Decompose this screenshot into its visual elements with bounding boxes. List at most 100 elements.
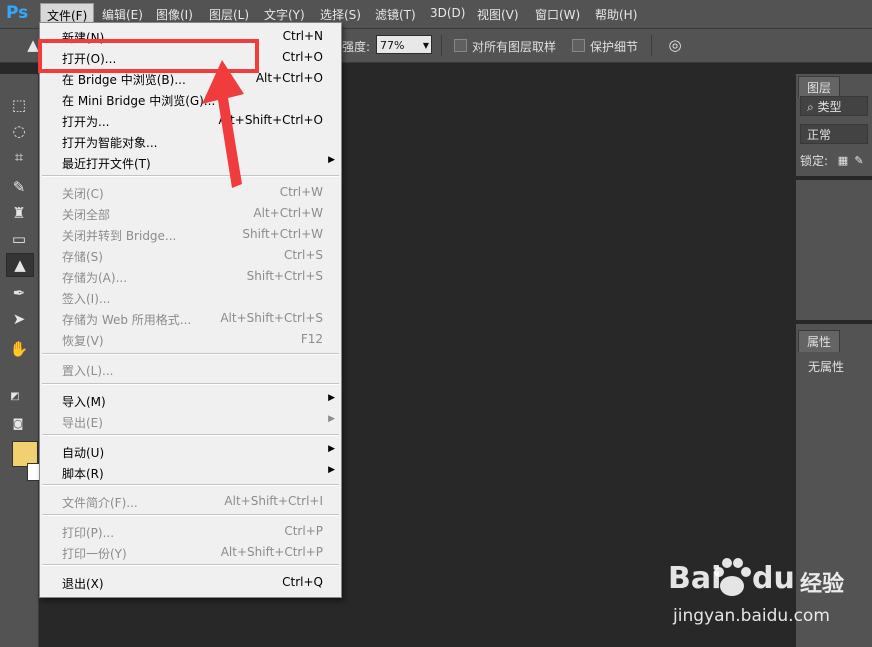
file-menu-item: 存储为(A)... Shift+Ctrl+S bbox=[40, 266, 341, 287]
marquee-tool-icon[interactable]: ⬚ bbox=[6, 94, 32, 116]
pressure-icon[interactable]: ◎ bbox=[662, 34, 688, 56]
menu-separator bbox=[42, 484, 339, 486]
menu-item-label: 新建(N)... bbox=[62, 31, 116, 45]
chevron-down-icon[interactable]: ▼ bbox=[423, 36, 429, 55]
layer-kind-filter[interactable]: ⌕ 类型 bbox=[800, 96, 868, 116]
file-menu-item[interactable]: 在 Mini Bridge 中浏览(G)... bbox=[40, 89, 341, 110]
menu-separator bbox=[42, 434, 339, 436]
menu-item-shortcut: Shift+Ctrl+S bbox=[246, 269, 323, 283]
panel-divider bbox=[796, 320, 872, 324]
menu-item-label: 退出(X) bbox=[62, 577, 104, 591]
quick-mask-icon[interactable]: ◙ bbox=[8, 416, 28, 432]
clone-stamp-tool-icon[interactable]: ♜ bbox=[6, 202, 32, 224]
menu-item-label: 存储(S) bbox=[62, 250, 103, 264]
menu-separator bbox=[42, 175, 339, 177]
menu-edit[interactable]: 编辑(E) bbox=[102, 6, 143, 23]
file-menu-item: 打印(P)... Ctrl+P bbox=[40, 521, 341, 542]
options-divider bbox=[651, 35, 652, 56]
strength-value: 77% bbox=[380, 39, 405, 52]
menu-item-label: 导出(E) bbox=[62, 416, 103, 430]
strength-label: 强度: bbox=[342, 40, 371, 54]
tools-panel: ⬚ ◌ ⌗ ✎ ♜ ▭ ▲ ✒ ➤ ✋ ◩ ◙ bbox=[0, 74, 42, 647]
blend-mode-value: 正常 bbox=[807, 128, 832, 142]
menu-view[interactable]: 视图(V) bbox=[477, 6, 519, 23]
menu-item-label: 打印一份(Y) bbox=[62, 547, 127, 561]
submenu-arrow-icon: ▶ bbox=[328, 465, 335, 475]
file-menu-item: 存储为 Web 所用格式... Alt+Shift+Ctrl+S bbox=[40, 308, 341, 329]
file-menu-item[interactable]: 脚本(R) ▶ bbox=[40, 462, 341, 483]
file-menu-item: 文件简介(F)... Alt+Shift+Ctrl+I bbox=[40, 491, 341, 512]
menu-item-shortcut: F12 bbox=[300, 332, 323, 346]
menu-type[interactable]: 文字(Y) bbox=[264, 6, 305, 23]
lasso-tool-icon[interactable]: ◌ bbox=[6, 120, 32, 142]
pen-tool-icon[interactable]: ✒ bbox=[6, 282, 32, 304]
menu-item-label: 在 Bridge 中浏览(B)... bbox=[62, 73, 186, 87]
hand-tool-icon[interactable]: ✋ bbox=[6, 338, 32, 360]
menu-separator bbox=[42, 353, 339, 355]
file-menu-item: 签入(I)... bbox=[40, 287, 341, 308]
submenu-arrow-icon: ▶ bbox=[328, 414, 335, 424]
file-menu-item[interactable]: 新建(N)... Ctrl+N bbox=[40, 26, 341, 47]
menu-3d[interactable]: 3D(D) bbox=[430, 6, 465, 20]
sample-all-layers-checkbox[interactable] bbox=[454, 39, 467, 52]
menu-help[interactable]: 帮助(H) bbox=[595, 6, 637, 23]
menu-item-shortcut: Ctrl+W bbox=[279, 185, 323, 199]
tab-properties[interactable]: 属性 bbox=[798, 330, 841, 352]
menu-item-shortcut: Alt+Shift+Ctrl+I bbox=[224, 494, 323, 508]
menu-item-shortcut: Alt+Ctrl+W bbox=[253, 206, 323, 220]
menu-item-label: 在 Mini Bridge 中浏览(G)... bbox=[62, 94, 216, 108]
sharpen-tool-icon[interactable]: ▲ bbox=[6, 253, 34, 277]
menu-item-label: 文件简介(F)... bbox=[62, 496, 138, 510]
strength-input[interactable]: 77% ▼ bbox=[376, 35, 432, 54]
lock-pixels-icon[interactable]: ✎ bbox=[852, 150, 866, 172]
file-menu-item[interactable]: 最近打开文件(T) ▶ bbox=[40, 152, 341, 173]
file-menu-item: 关闭(C) Ctrl+W bbox=[40, 182, 341, 203]
menu-item-label: 关闭(C) bbox=[62, 187, 104, 201]
menu-window[interactable]: 窗口(W) bbox=[535, 6, 580, 23]
file-menu-item[interactable]: 打开(O)... Ctrl+O bbox=[40, 47, 341, 68]
menu-filter[interactable]: 滤镜(T) bbox=[375, 6, 416, 23]
menu-image[interactable]: 图像(I) bbox=[156, 6, 193, 23]
file-menu-item: 恢复(V) F12 bbox=[40, 329, 341, 350]
menu-item-shortcut: Alt+Ctrl+O bbox=[255, 71, 323, 85]
file-menu-item[interactable]: 打开为... Alt+Shift+Ctrl+O bbox=[40, 110, 341, 131]
photoshop-logo: Ps bbox=[6, 3, 29, 23]
path-selection-tool-icon[interactable]: ➤ bbox=[6, 308, 32, 330]
protect-detail-checkbox[interactable] bbox=[572, 39, 585, 52]
right-panel-dock: 图层 ⌕ 类型 正常 锁定: ▦ ✎ 属性 无属性 bbox=[796, 74, 872, 647]
menu-item-shortcut: Alt+Shift+Ctrl+S bbox=[220, 311, 323, 325]
menu-item-label: 置入(L)... bbox=[62, 364, 114, 378]
file-menu-item: 打印一份(Y) Alt+Shift+Ctrl+P bbox=[40, 542, 341, 563]
menu-item-label: 存储为 Web 所用格式... bbox=[62, 313, 192, 327]
eraser-tool-icon[interactable]: ▭ bbox=[6, 228, 32, 250]
crop-tool-icon[interactable]: ⌗ bbox=[6, 146, 32, 168]
menu-layer[interactable]: 图层(L) bbox=[209, 6, 249, 23]
file-menu-item[interactable]: 在 Bridge 中浏览(B)... Alt+Ctrl+O bbox=[40, 68, 341, 89]
submenu-arrow-icon: ▶ bbox=[328, 393, 335, 403]
menu-item-shortcut: Ctrl+Q bbox=[282, 575, 323, 589]
file-menu-item[interactable]: 打开为智能对象... bbox=[40, 131, 341, 152]
search-icon: ⌕ bbox=[807, 100, 818, 114]
default-colors-icon[interactable]: ◩ bbox=[8, 390, 22, 404]
file-menu-item: 置入(L)... bbox=[40, 359, 341, 380]
tab-layers[interactable]: 图层 bbox=[798, 76, 841, 98]
menu-item-label: 打开为... bbox=[62, 115, 110, 129]
blend-mode-select[interactable]: 正常 bbox=[800, 124, 868, 144]
menu-separator bbox=[42, 564, 339, 566]
menu-item-label: 脚本(R) bbox=[62, 467, 104, 481]
file-menu-item[interactable]: 导入(M) ▶ bbox=[40, 390, 341, 411]
healing-brush-tool-icon[interactable]: ✎ bbox=[6, 176, 32, 198]
lock-transparency-icon[interactable]: ▦ bbox=[836, 150, 850, 172]
menu-separator bbox=[42, 514, 339, 516]
protect-detail-label: 保护细节 bbox=[590, 40, 639, 54]
menu-item-label: 最近打开文件(T) bbox=[62, 157, 151, 171]
menu-select[interactable]: 选择(S) bbox=[320, 6, 361, 23]
file-menu-item[interactable]: 退出(X) Ctrl+Q bbox=[40, 572, 341, 593]
menu-item-shortcut: Ctrl+S bbox=[283, 248, 323, 262]
menu-item-label: 恢复(V) bbox=[62, 334, 104, 348]
sample-all-layers-label: 对所有图层取样 bbox=[472, 40, 557, 54]
baidu-paw-icon bbox=[714, 558, 751, 596]
menu-item-label: 自动(U) bbox=[62, 446, 105, 460]
file-menu-item[interactable]: 自动(U) ▶ bbox=[40, 441, 341, 462]
watermark-url: jingyan.baidu.com bbox=[673, 606, 830, 626]
